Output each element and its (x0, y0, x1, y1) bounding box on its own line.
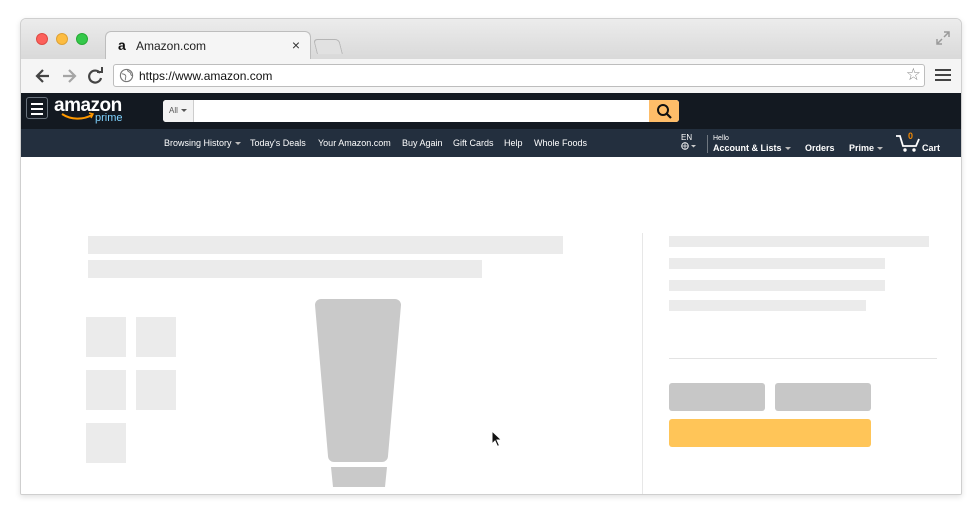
bookmark-star-icon[interactable]: ☆ (906, 66, 921, 84)
tab-close-icon[interactable]: × (292, 37, 300, 53)
fullscreen-icon[interactable] (935, 30, 951, 46)
subnav-your-amazon[interactable]: Your Amazon.com (318, 129, 391, 157)
thumbnail-placeholder (136, 370, 176, 410)
forward-arrow-icon[interactable] (59, 66, 79, 86)
subnav-whole-foods[interactable]: Whole Foods (534, 129, 587, 157)
title-placeholder-line (88, 260, 482, 278)
language-code: EN (681, 133, 693, 142)
new-tab-button[interactable] (313, 39, 343, 54)
subnav-buy-again[interactable]: Buy Again (402, 129, 443, 157)
option-button-placeholder[interactable] (669, 383, 765, 411)
option-button-placeholder[interactable] (775, 383, 871, 411)
cart-count: 0 (908, 131, 914, 141)
subnav-todays-deals[interactable]: Today's Deals (250, 129, 306, 157)
browser-window: a Amazon.com × https://www.amazon.com ☆ (20, 18, 962, 495)
price-placeholder-line (669, 300, 866, 311)
subnav-label: Your Amazon.com (318, 138, 391, 148)
chevron-down-icon (180, 109, 187, 113)
amazon-header: amazon prime All (21, 93, 961, 129)
back-arrow-icon[interactable] (33, 66, 53, 86)
amazon-favicon-icon: a (118, 37, 126, 53)
add-to-cart-button-placeholder[interactable] (669, 419, 871, 447)
search-category-dropdown[interactable]: All (163, 100, 194, 122)
account-lists-link[interactable]: Account & Lists (713, 143, 791, 153)
close-window-button[interactable] (36, 33, 48, 45)
cart-link[interactable]: Cart (922, 143, 940, 153)
subnav-label: Today's Deals (250, 138, 306, 148)
browser-tab[interactable]: a Amazon.com × (105, 31, 311, 59)
thumbnail-placeholder (136, 317, 176, 357)
tab-title: Amazon.com (136, 39, 207, 53)
prime-link[interactable]: Prime (849, 143, 884, 153)
search-bar: All (163, 100, 679, 122)
thumbnail-placeholder (86, 317, 126, 357)
title-placeholder-line (88, 236, 563, 254)
browser-toolbar: https://www.amazon.com ☆ (21, 59, 961, 94)
mouse-cursor-icon (491, 430, 503, 448)
url-text[interactable]: https://www.amazon.com (139, 69, 272, 83)
column-divider (642, 233, 643, 494)
subnav-label: Buy Again (402, 138, 443, 148)
chevron-down-icon (877, 147, 884, 151)
globe-icon (681, 142, 696, 150)
price-placeholder-line (669, 280, 885, 291)
account-lists-label: Account & Lists (713, 143, 782, 153)
subnav-label: Whole Foods (534, 138, 588, 148)
amazon-page: amazon prime All Browsing History Today'… (21, 93, 961, 494)
language-selector[interactable]: EN (681, 133, 697, 152)
browser-menu-icon[interactable] (935, 69, 951, 82)
product-image-placeholder (315, 299, 401, 487)
subnav-gift-cards[interactable]: Gift Cards (453, 129, 494, 157)
account-greeting: Hello (713, 135, 729, 142)
thumbnail-placeholder (86, 423, 126, 463)
minimize-window-button[interactable] (56, 33, 68, 45)
search-category-label: All (169, 106, 178, 115)
globe-icon (119, 68, 134, 83)
orders-link[interactable]: Orders (805, 143, 835, 153)
browser-titlebar: a Amazon.com × (21, 19, 961, 59)
subnav-label: Gift Cards (453, 138, 494, 148)
nav-divider (707, 135, 708, 153)
zoom-window-button[interactable] (76, 33, 88, 45)
subnav-browsing-history[interactable]: Browsing History (164, 129, 241, 157)
search-button[interactable] (649, 100, 679, 122)
reload-icon[interactable] (85, 66, 105, 86)
address-bar[interactable]: https://www.amazon.com ☆ (113, 64, 925, 87)
subnav-label: Browsing History (164, 138, 232, 148)
prime-label: Prime (849, 143, 875, 153)
amazon-logo-prime: prime (95, 112, 123, 124)
subnav-label: Help (504, 138, 523, 148)
price-placeholder-line (669, 258, 885, 269)
chevron-down-icon (234, 142, 241, 146)
search-icon (657, 104, 672, 119)
price-placeholder-line (669, 236, 929, 247)
buybox-divider (669, 358, 937, 359)
amazon-smile-icon (61, 112, 95, 120)
hamburger-menu-icon[interactable] (26, 97, 48, 119)
subnav-help[interactable]: Help (504, 129, 523, 157)
chevron-down-icon (784, 147, 791, 151)
thumbnail-placeholder (86, 370, 126, 410)
